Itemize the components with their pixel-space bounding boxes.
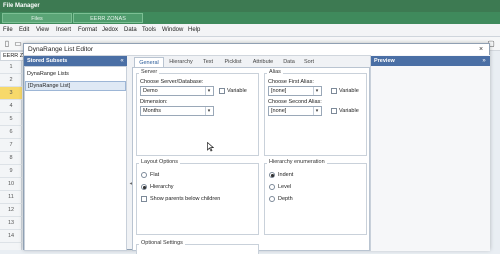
row-header[interactable]: 12: [0, 204, 22, 217]
collapse-left-icon[interactable]: «: [119, 57, 125, 65]
chevron-down-icon: ▾: [205, 107, 212, 115]
dimension-label: Dimension:: [140, 99, 168, 105]
tab-eerr-zonas[interactable]: EERR ZONAS: [73, 13, 143, 23]
document-tab-bar: Files EERR ZONAS: [0, 12, 500, 24]
second-alias-variable-label: Variable: [339, 108, 359, 114]
first-alias-variable-checkbox[interactable]: [331, 88, 337, 94]
chevron-down-icon: ▾: [205, 87, 212, 95]
row-header[interactable]: 4: [0, 100, 22, 113]
row-header[interactable]: 9: [0, 165, 22, 178]
tab-hierarchy[interactable]: Hierarchy: [165, 57, 197, 67]
menu-window[interactable]: Window: [162, 24, 183, 37]
stored-subsets-header: Stored Subsets: [24, 56, 127, 66]
row-header[interactable]: 5: [0, 113, 22, 126]
indent-radio[interactable]: [269, 172, 275, 178]
tab-general[interactable]: General: [134, 57, 164, 67]
server-group-label: Server: [139, 69, 160, 75]
stored-subsets-list: DynaRange Lists [DynaRange List]: [24, 66, 127, 251]
row-header[interactable]: 10: [0, 178, 22, 191]
hierarchy-enumeration-label: Hierarchy enumeration: [267, 159, 327, 165]
menu-bar: File Edit View Insert Format Jedox Data …: [0, 24, 500, 37]
list-item[interactable]: DynaRange Lists: [25, 70, 126, 78]
collapse-right-icon[interactable]: »: [481, 57, 487, 65]
menu-jedox[interactable]: Jedox: [102, 24, 118, 37]
app-title-bar: File Manager: [0, 0, 500, 12]
server-variable-label: Variable: [227, 88, 247, 94]
layout-options-label: Layout Options: [139, 159, 180, 165]
choose-server-label: Choose Server/Database:: [140, 79, 204, 85]
depth-label: Depth: [278, 196, 293, 202]
second-alias-value: [none]: [271, 108, 287, 114]
preview-header: Preview: [371, 56, 490, 66]
general-tab-content: Server Choose Server/Database: Demo ▾ Va…: [132, 67, 370, 254]
menu-tools[interactable]: Tools: [142, 24, 156, 37]
row-header[interactable]: 6: [0, 126, 22, 139]
tab-data[interactable]: Data: [279, 57, 299, 67]
tab-attribute[interactable]: Attribute: [248, 57, 278, 67]
preview-title: Preview: [374, 58, 395, 64]
flat-label: Flat: [150, 172, 160, 178]
first-alias-label: Choose First Alias:: [268, 79, 314, 85]
hierarchy-radio[interactable]: [141, 184, 147, 190]
depth-radio[interactable]: [269, 196, 275, 202]
menu-view[interactable]: View: [36, 24, 49, 37]
row-header[interactable]: 7: [0, 139, 22, 152]
server-database-select[interactable]: Demo ▾: [140, 86, 214, 96]
chevron-down-icon: ▾: [313, 107, 320, 115]
hierarchy-label: Hierarchy: [150, 184, 174, 190]
mouse-pointer-icon: [207, 142, 214, 152]
dialog-title: DynaRange List Editor: [28, 46, 94, 53]
tab-sort[interactable]: Sort: [300, 57, 318, 67]
alias-group-label: Alias: [267, 69, 283, 75]
preview-panel: Preview »: [370, 55, 490, 251]
row-header[interactable]: 2: [0, 74, 22, 87]
row-header[interactable]: 1: [0, 61, 22, 74]
dimension-value: Months: [143, 108, 162, 114]
optional-settings-label: Optional Settings: [139, 240, 185, 246]
row-header-selected[interactable]: 3: [0, 87, 22, 100]
menu-insert[interactable]: Insert: [56, 24, 71, 37]
second-alias-variable-checkbox[interactable]: [331, 108, 337, 114]
first-alias-value: [none]: [271, 88, 287, 94]
tab-text[interactable]: Text: [198, 57, 218, 67]
row-header[interactable]: 11: [0, 191, 22, 204]
tab-picklist[interactable]: Picklist: [219, 57, 247, 67]
row-header[interactable]: 13: [0, 217, 22, 230]
menu-help[interactable]: Help: [188, 24, 200, 37]
row-header[interactable]: 8: [0, 152, 22, 165]
level-label: Level: [278, 184, 292, 190]
close-icon[interactable]: ×: [476, 45, 486, 55]
stored-subsets-title: Stored Subsets: [27, 58, 68, 64]
show-parents-label: Show parents below children: [150, 196, 221, 202]
first-alias-select[interactable]: [none] ▾: [268, 86, 322, 96]
row-header-column: 1 2 3 4 5 6 7 8 9 10 11 12 13 14: [0, 61, 22, 250]
menu-format[interactable]: Format: [78, 24, 97, 37]
list-item-selected[interactable]: [DynaRange List]: [25, 81, 126, 91]
new-file-icon[interactable]: ▯: [2, 39, 12, 49]
level-radio[interactable]: [269, 184, 275, 190]
first-alias-variable-label: Variable: [339, 88, 359, 94]
server-variable-checkbox[interactable]: [219, 88, 225, 94]
dimension-select[interactable]: Months ▾: [140, 106, 214, 116]
open-folder-icon[interactable]: ▭: [13, 39, 23, 49]
server-database-value: Demo: [143, 88, 158, 94]
dynarange-list-editor-dialog: DynaRange List Editor × Stored Subsets «…: [23, 43, 490, 254]
menu-file[interactable]: File: [3, 24, 13, 37]
indent-label: Indent: [278, 172, 294, 178]
menu-edit[interactable]: Edit: [19, 24, 29, 37]
show-parents-checkbox[interactable]: [141, 196, 147, 202]
flat-radio[interactable]: [141, 172, 147, 178]
row-header[interactable]: 14: [0, 230, 22, 243]
tab-files[interactable]: Files: [2, 13, 72, 23]
second-alias-label: Choose Second Alias:: [268, 99, 322, 105]
chevron-down-icon: ▾: [313, 87, 320, 95]
app-title: File Manager: [3, 3, 40, 9]
menu-data[interactable]: Data: [124, 24, 137, 37]
second-alias-select[interactable]: [none] ▾: [268, 106, 322, 116]
